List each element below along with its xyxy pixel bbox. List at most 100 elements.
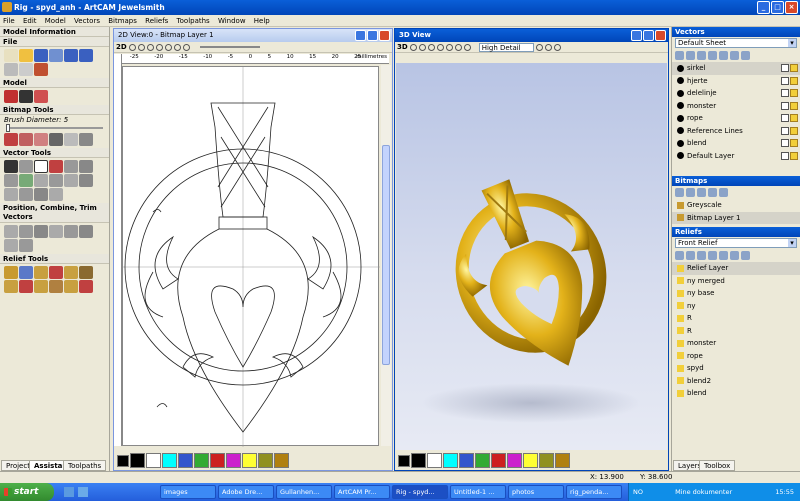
colour-swatch[interactable] [162, 453, 177, 468]
offset-icon[interactable] [79, 174, 93, 187]
weave-icon[interactable] [79, 266, 93, 279]
pan-view-icon[interactable] [418, 43, 426, 51]
save-as-icon[interactable] [49, 49, 63, 62]
lock-icon[interactable] [781, 126, 789, 135]
colour-swatch[interactable] [507, 453, 522, 468]
language-indicator[interactable]: NO [633, 488, 643, 496]
view-2d-close-button[interactable] [379, 30, 390, 41]
taskbar-item[interactable]: Untitled-1 ... [450, 485, 506, 499]
sheet-dropdown[interactable]: Default Sheet [675, 38, 797, 48]
view-3d-minimize-button[interactable] [631, 30, 642, 41]
colour-swatch[interactable] [475, 453, 490, 468]
bitmap-layer-item[interactable]: Bitmap Layer 1 [672, 211, 800, 224]
visibility-icon[interactable] [790, 126, 798, 135]
colour-swatch[interactable] [539, 453, 554, 468]
lock-icon[interactable] [781, 139, 789, 147]
relief-layer-item[interactable]: blend2 [672, 375, 800, 388]
merge-layer-icon[interactable] [697, 51, 706, 60]
visibility-icon[interactable] [790, 151, 798, 160]
vector-layer-item[interactable]: Reference Lines [672, 125, 800, 138]
bitmap-up-icon[interactable] [697, 188, 706, 197]
taskbar-item[interactable]: Rig - spyd... [392, 485, 448, 499]
brush-slider[interactable] [6, 124, 103, 132]
eraser-icon[interactable] [34, 133, 48, 146]
vector-layer-item[interactable]: blend [672, 137, 800, 150]
visibility-icon[interactable] [790, 114, 798, 122]
relief-wrap-icon[interactable] [49, 280, 63, 293]
relief-layer-item[interactable]: R [672, 312, 800, 325]
ungroup-icon[interactable] [79, 225, 93, 238]
section-position-combine-trim[interactable]: Position, Combine, Trim Vectors [0, 203, 109, 223]
colour-swatch[interactable] [427, 453, 442, 468]
relief-paste-icon[interactable] [34, 280, 48, 293]
sculpt-icon[interactable] [19, 280, 33, 293]
colour-swatch[interactable] [459, 453, 474, 468]
start-button[interactable]: start [0, 483, 54, 501]
lock-icon[interactable] [781, 64, 789, 72]
zoom-all-icon[interactable] [164, 43, 172, 51]
select-icon[interactable] [4, 160, 18, 173]
polygon-icon[interactable] [4, 174, 18, 187]
primary-colour-swatch[interactable] [398, 454, 410, 467]
smooth-icon[interactable] [4, 280, 18, 293]
menu-window[interactable]: Window [215, 17, 249, 25]
colour-swatch[interactable] [443, 453, 458, 468]
cut-icon[interactable] [4, 63, 18, 76]
spin-icon[interactable] [34, 266, 48, 279]
extrude-icon[interactable] [19, 266, 33, 279]
relief-up-icon[interactable] [708, 251, 717, 260]
bitmap-extra-icon[interactable] [64, 133, 78, 146]
relief-layer-item[interactable]: spyd [672, 362, 800, 375]
taskbar-item[interactable]: images [160, 485, 216, 499]
vertical-scrollbar[interactable] [381, 65, 391, 446]
model-resolution-icon[interactable] [19, 90, 33, 103]
colour-swatch[interactable] [130, 453, 145, 468]
drawing-canvas[interactable] [122, 66, 380, 447]
shape-editor-icon[interactable] [4, 266, 18, 279]
primary-colour-swatch[interactable] [117, 454, 129, 467]
menu-help[interactable]: Help [251, 17, 273, 25]
view-3d-maximize-button[interactable] [643, 30, 654, 41]
polyline-icon[interactable] [34, 174, 48, 187]
turn-icon[interactable] [49, 266, 63, 279]
redo-icon[interactable] [79, 49, 93, 62]
zoom-box-icon[interactable] [146, 43, 154, 51]
vector-layer-item[interactable]: monster [672, 100, 800, 113]
tab-toolpaths[interactable]: Toolpaths [63, 460, 107, 471]
model-origin-icon[interactable] [34, 90, 48, 103]
visibility-icon[interactable] [790, 64, 798, 72]
top-view-icon[interactable] [445, 43, 453, 51]
ellipse-icon[interactable] [79, 160, 93, 173]
layer-visible-icon[interactable] [741, 51, 750, 60]
zoom-in-icon[interactable] [128, 43, 136, 51]
bitmap-to-vector-icon[interactable] [79, 133, 93, 146]
trim-icon[interactable] [49, 188, 63, 201]
bezier-icon[interactable] [49, 174, 63, 187]
zoom-view-icon[interactable] [427, 43, 435, 51]
detail-dropdown[interactable]: High Detail [478, 42, 534, 52]
model-size-icon[interactable] [4, 90, 18, 103]
relief-layer-item[interactable]: rope [672, 350, 800, 363]
relief-layer-item[interactable]: ny [672, 300, 800, 313]
lock-icon[interactable] [781, 101, 789, 110]
scrollbar-thumb[interactable] [382, 145, 390, 365]
rotate-icon[interactable] [34, 225, 48, 238]
lock-icon[interactable] [781, 76, 789, 85]
text-icon[interactable] [49, 160, 63, 173]
colour-swatch[interactable] [242, 453, 257, 468]
paint-fill-icon[interactable] [19, 133, 33, 146]
align-icon[interactable] [4, 225, 18, 238]
layer-down-icon[interactable] [719, 51, 728, 60]
relief-layer-item[interactable]: ny merged [672, 275, 800, 288]
relief-down-icon[interactable] [719, 251, 728, 260]
section-vector-tools[interactable]: Vector Tools [0, 148, 109, 158]
arc-icon[interactable] [64, 174, 78, 187]
menu-model[interactable]: Model [42, 17, 69, 25]
colour-swatch[interactable] [194, 453, 209, 468]
show-desktop-icon[interactable] [64, 487, 74, 497]
browser-icon[interactable] [78, 487, 88, 497]
layer-up-icon[interactable] [708, 51, 717, 60]
maximize-button[interactable]: □ [771, 1, 784, 14]
lighting-icon[interactable] [535, 43, 543, 51]
close-button[interactable]: × [785, 1, 798, 14]
